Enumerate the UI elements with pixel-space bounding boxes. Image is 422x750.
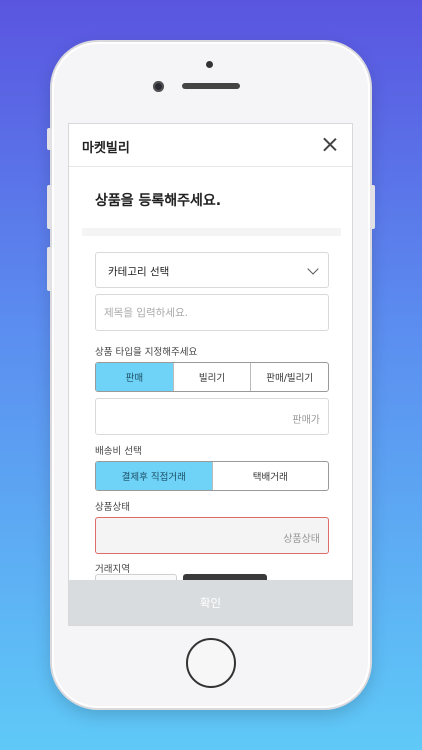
price-input[interactable]: 판매가 bbox=[95, 398, 329, 435]
product-type-option-rent[interactable]: 빌리기 bbox=[172, 363, 251, 391]
product-type-option-sell-rent[interactable]: 판매/빌리기 bbox=[250, 363, 328, 391]
phone-camera bbox=[153, 81, 164, 92]
condition-input[interactable]: 상품상태 bbox=[95, 517, 329, 554]
phone-sensor bbox=[206, 61, 213, 68]
shipping-selector: 결제후 직접거래 택배거래 bbox=[95, 461, 329, 491]
title-field-wrapper bbox=[95, 294, 329, 331]
product-type-label: 상품 타입을 지정해주세요 bbox=[95, 347, 198, 358]
price-placeholder: 판매가 bbox=[292, 415, 320, 426]
shipping-label: 배송비 선택 bbox=[95, 446, 142, 457]
condition-label: 상품상태 bbox=[95, 502, 130, 513]
top-bar: 마켓빌리 bbox=[69, 124, 352, 167]
app-title: 마켓빌리 bbox=[82, 141, 130, 156]
shipping-option-delivery[interactable]: 택배거래 bbox=[211, 462, 329, 490]
title-input[interactable] bbox=[96, 295, 328, 330]
category-select-value: 카테고리 선택 bbox=[108, 266, 170, 278]
section-divider bbox=[82, 228, 341, 236]
phone-power-button bbox=[370, 185, 375, 229]
confirm-button[interactable]: 확인 bbox=[69, 580, 352, 625]
phone-mute-switch bbox=[47, 128, 52, 150]
phone-volume-up bbox=[47, 185, 52, 229]
close-icon[interactable] bbox=[320, 135, 340, 155]
app-screen: 마켓빌리 상품을 등록해주세요. 카테고리 선택 상품 타입을 지정해주세요 판… bbox=[68, 123, 353, 626]
product-type-option-sell[interactable]: 판매 bbox=[96, 363, 173, 391]
phone-volume-down bbox=[47, 247, 52, 291]
chevron-down-icon bbox=[307, 263, 319, 275]
phone-speaker bbox=[182, 83, 240, 89]
condition-placeholder: 상품상태 bbox=[283, 534, 320, 545]
product-type-selector: 판매 빌리기 판매/빌리기 bbox=[95, 362, 329, 392]
page-title: 상품을 등록해주세요. bbox=[95, 193, 222, 209]
shipping-option-direct[interactable]: 결제후 직접거래 bbox=[96, 462, 212, 490]
category-select[interactable]: 카테고리 선택 bbox=[95, 252, 329, 288]
phone-home-button[interactable] bbox=[186, 638, 236, 688]
region-label: 거래지역 bbox=[95, 564, 130, 575]
